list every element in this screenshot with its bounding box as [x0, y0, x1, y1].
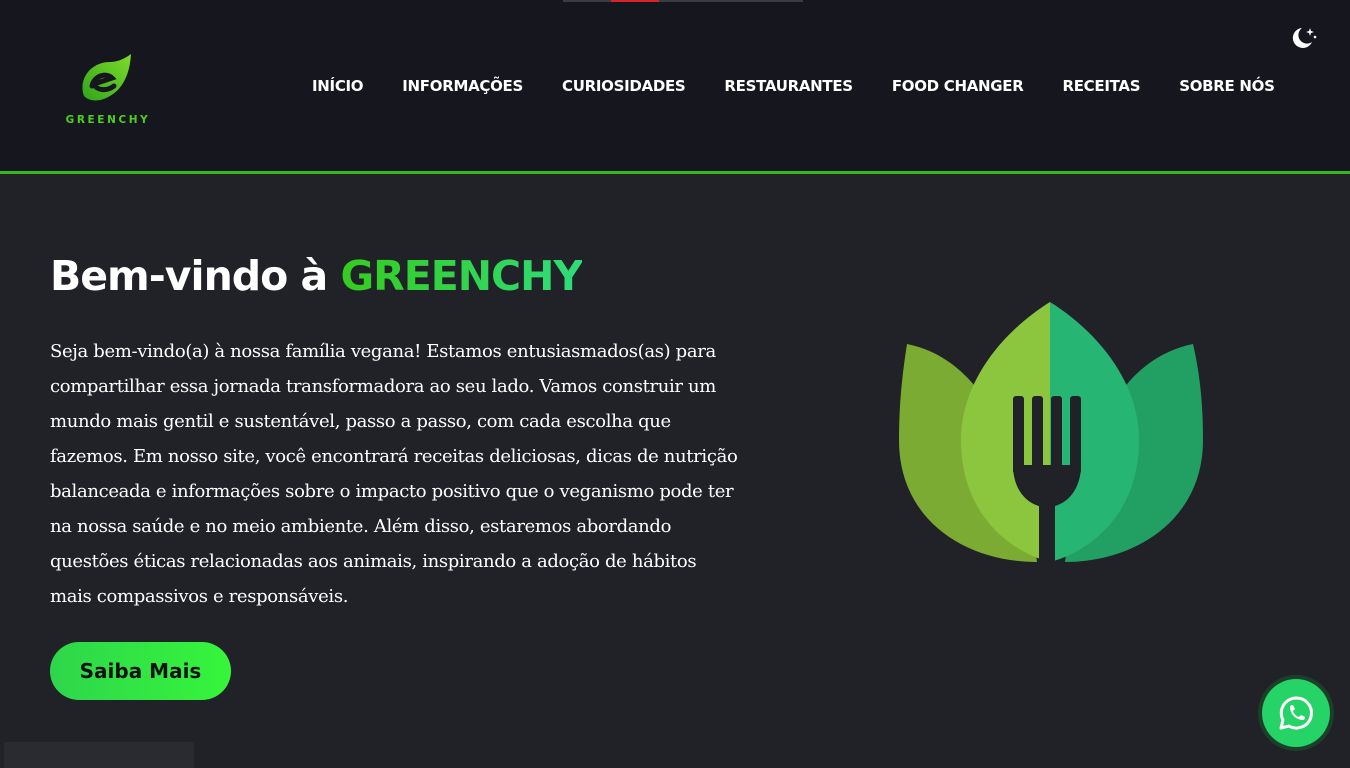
- moon-stars-icon: [1292, 28, 1317, 48]
- site-header: GREENCHY INÍCIO INFORMAÇÕES CURIOSIDADES…: [0, 0, 1350, 174]
- nav-item-informacoes[interactable]: INFORMAÇÕES: [402, 77, 523, 99]
- whatsapp-button[interactable]: [1258, 675, 1334, 751]
- nav-item-restaurantes[interactable]: RESTAURANTES: [724, 77, 853, 99]
- main-nav: INÍCIO INFORMAÇÕES CURIOSIDADES RESTAURA…: [312, 77, 1275, 99]
- nav-item-food-changer[interactable]: FOOD CHANGER: [892, 77, 1024, 99]
- leaves-fork-icon: [899, 302, 1203, 568]
- hero-illustration: [895, 300, 1207, 572]
- hero-description: Seja bem-vindo(a) à nossa família vegana…: [50, 341, 738, 607]
- theme-toggle[interactable]: [1288, 24, 1318, 52]
- logo[interactable]: GREENCHY: [56, 50, 156, 130]
- nav-item-curiosidades[interactable]: CURIOSIDADES: [562, 77, 686, 99]
- nav-item-inicio[interactable]: INÍCIO: [312, 77, 364, 99]
- saiba-mais-button[interactable]: Saiba Mais: [50, 642, 231, 700]
- cookie-bar-stub: [4, 742, 194, 768]
- nav-item-receitas[interactable]: RECEITAS: [1062, 77, 1140, 99]
- logo-text: GREENCHY: [65, 114, 151, 126]
- whatsapp-icon: [1279, 696, 1313, 730]
- top-strip: [563, 0, 803, 2]
- hero-title-prefix: Bem-vindo à: [50, 252, 341, 300]
- hero-title-brand: GREENCHY: [340, 252, 584, 300]
- nav-item-sobre-nos[interactable]: SOBRE NÓS: [1179, 77, 1275, 99]
- leaf-e-icon: [82, 54, 131, 101]
- hero-title: Bem-vindo à GREENCHY: [50, 252, 584, 300]
